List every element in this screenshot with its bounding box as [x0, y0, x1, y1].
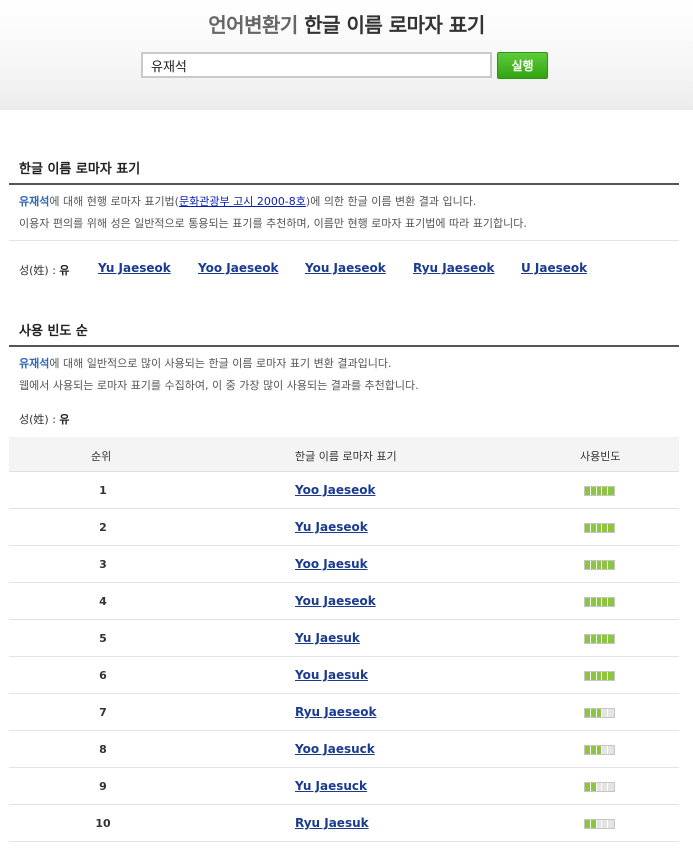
romanization-link[interactable]: You Jaeseok — [305, 261, 386, 275]
table-row: 10 Ryu Jaesuk — [9, 805, 679, 842]
column-header-rank: 순위 — [91, 450, 112, 463]
divider — [9, 183, 679, 185]
romanization-link[interactable]: Yoo Jaesuk — [295, 557, 368, 571]
romanization-link[interactable]: Ryu Jaesuk — [295, 816, 369, 830]
rank-cell: 7 — [99, 706, 107, 719]
column-header-romanization: 한글 이름 로마자 표기 — [295, 450, 397, 463]
surname-label: 성(姓) : — [19, 413, 60, 426]
rank-cell: 3 — [99, 558, 107, 571]
frequency-description: 유재석에 대해 일반적으로 많이 사용되는 한글 이름 로마자 표기 변환 결과… — [19, 353, 419, 397]
romanization-link[interactable]: Yoo Jaeseok — [198, 261, 278, 275]
page-title: 언어변환기 한글 이름 로마자 표기 — [0, 9, 693, 38]
desc-text: )에 의한 한글 이름 변환 결과 입니다. — [305, 195, 477, 208]
table-row: 2 Yu Jaeseok — [9, 509, 679, 546]
frequency-segment — [608, 524, 615, 532]
desc-line2: 웹에서 사용되는 로마자 표기를 수집하여, 이 중 가장 많이 사용되는 결과… — [19, 379, 419, 392]
search-input[interactable] — [141, 52, 492, 78]
name-highlight: 유재석 — [19, 357, 50, 370]
frequency-segment — [608, 783, 615, 791]
frequency-bar — [584, 745, 615, 755]
surname-line: 성(姓) : 유 — [19, 262, 70, 278]
frequency-segment — [608, 709, 615, 717]
frequency-bar — [584, 486, 615, 496]
surname-line: 성(姓) : 유 — [19, 411, 70, 427]
desc-text: 에 대해 현행 로마자 표기법( — [49, 195, 179, 208]
table-row: 9 Yu Jaesuck — [9, 768, 679, 805]
title-text: 한글 이름 로마자 표기 — [297, 13, 485, 37]
rank-cell: 2 — [99, 521, 107, 534]
desc-text: 에 대해 일반적으로 많이 사용되는 한글 이름 로마자 표기 변환 결과입니다… — [49, 357, 392, 370]
frequency-bar — [584, 523, 615, 533]
divider — [9, 240, 679, 241]
title-brand: 언어변환기 — [208, 13, 298, 37]
frequency-segment — [608, 561, 615, 569]
divider — [9, 345, 679, 347]
romanization-link[interactable]: Yu Jaesuk — [295, 631, 360, 645]
frequency-bar — [584, 671, 615, 681]
romanization-link[interactable]: Yu Jaesuck — [295, 779, 367, 793]
rank-cell: 1 — [99, 484, 107, 497]
romanization-link[interactable]: Yu Jaeseok — [295, 520, 368, 534]
romanization-link[interactable]: Ryu Jaeseok — [413, 261, 494, 275]
rank-cell: 5 — [99, 632, 107, 645]
romanization-link[interactable]: U Jaeseok — [521, 261, 587, 275]
table-row: 7 Ryu Jaeseok — [9, 694, 679, 731]
section-title-romanization: 한글 이름 로마자 표기 — [19, 162, 141, 177]
romanization-link[interactable]: You Jaeseok — [295, 594, 376, 608]
frequency-segment — [608, 746, 615, 754]
romanization-link[interactable]: Yoo Jaeseok — [295, 483, 375, 497]
frequency-segment — [608, 635, 615, 643]
frequency-bar — [584, 708, 615, 718]
romanization-link[interactable]: Ryu Jaeseok — [295, 705, 376, 719]
law-link[interactable]: 문화관광부 고시 2000-8호 — [179, 195, 306, 208]
romanization-link[interactable]: Yu Jaeseok — [98, 261, 171, 275]
rank-cell: 9 — [99, 780, 107, 793]
romanization-link[interactable]: Yoo Jaesuck — [295, 742, 375, 756]
table-row: 5 Yu Jaesuk — [9, 620, 679, 657]
frequency-segment — [608, 672, 615, 680]
frequency-table-header: 순위 한글 이름 로마자 표기 사용빈도 — [9, 437, 679, 472]
frequency-bar — [584, 782, 615, 792]
name-highlight: 유재석 — [19, 195, 50, 208]
desc-line2: 이용자 편의를 위해 성은 일반적으로 통용되는 표기를 추천하며, 이름만 현… — [19, 217, 527, 230]
search-header: 언어변환기 한글 이름 로마자 표기 실행 — [0, 0, 693, 110]
table-row: 4 You Jaeseok — [9, 583, 679, 620]
table-row: 6 You Jaesuk — [9, 657, 679, 694]
table-row: 3 Yoo Jaesuk — [9, 546, 679, 583]
surname-value: 유 — [59, 264, 70, 277]
romanization-link[interactable]: You Jaesuk — [295, 668, 368, 682]
frequency-bar — [584, 634, 615, 644]
frequency-segment — [608, 820, 615, 828]
rank-cell: 10 — [95, 817, 111, 830]
frequency-segment — [608, 598, 615, 606]
romanization-description: 유재석에 대해 현행 로마자 표기법(문화관광부 고시 2000-8호)에 의한… — [19, 191, 527, 235]
frequency-bar — [584, 597, 615, 607]
surname-label: 성(姓) : — [19, 264, 60, 277]
frequency-bar — [584, 560, 615, 570]
column-header-frequency: 사용빈도 — [580, 450, 621, 463]
surname-value: 유 — [59, 413, 70, 426]
section-title-frequency: 사용 빈도 순 — [19, 324, 88, 339]
table-row: 8 Yoo Jaesuck — [9, 731, 679, 768]
rank-cell: 4 — [99, 595, 107, 608]
frequency-bar — [584, 819, 615, 829]
rank-cell: 6 — [99, 669, 107, 682]
run-button[interactable]: 실행 — [497, 52, 548, 79]
rank-cell: 8 — [99, 743, 107, 756]
frequency-segment — [608, 487, 615, 495]
table-row: 1 Yoo Jaeseok — [9, 472, 679, 509]
